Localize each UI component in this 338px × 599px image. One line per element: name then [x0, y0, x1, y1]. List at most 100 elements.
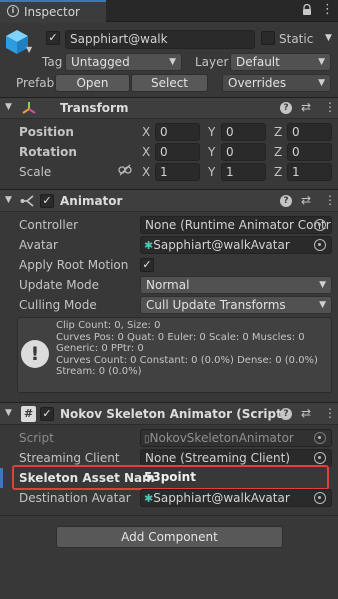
- update-mode-dropdown[interactable]: Normal ▼: [140, 276, 332, 294]
- rotation-z-field[interactable]: 0: [287, 143, 332, 161]
- avatar-field[interactable]: ✱Sapphiart@walkAvatar: [140, 236, 332, 254]
- update-mode-label: Update Mode: [19, 278, 99, 292]
- preset-icon[interactable]: ⇄: [301, 406, 311, 420]
- position-label: Position: [19, 125, 74, 139]
- destination-avatar-field[interactable]: ✱Sapphiart@walkAvatar: [140, 489, 332, 507]
- more-menu-icon[interactable]: ⋮: [321, 2, 334, 17]
- info-line: Clip Count: 0, Size: 0: [56, 320, 161, 331]
- script-icon: #: [21, 406, 36, 422]
- lock-icon[interactable]: [302, 3, 312, 15]
- foldout-arrow-icon[interactable]: ▼: [5, 102, 12, 112]
- tag-value: Untagged: [71, 55, 130, 69]
- static-checkbox[interactable]: [261, 31, 275, 45]
- context-menu-icon[interactable]: ⋮: [324, 193, 336, 207]
- object-picker-icon[interactable]: [314, 219, 326, 231]
- add-component-button[interactable]: Add Component: [56, 526, 283, 548]
- controller-label: Controller: [19, 218, 79, 232]
- animator-icon: [20, 193, 36, 209]
- scale-z-field[interactable]: 1: [287, 163, 332, 181]
- rotation-y-field[interactable]: 0: [221, 143, 266, 161]
- layer-dropdown[interactable]: Default ▼: [230, 53, 331, 71]
- skeleton-asset-name-label: Skeleton Asset Nam: [19, 471, 155, 485]
- transform-header[interactable]: ▼ Transform ? ⇄ ⋮: [0, 97, 338, 119]
- nokov-header[interactable]: ▼ # ✓ Nokov Skeleton Animator (Script) ?…: [0, 402, 338, 425]
- scale-x-field[interactable]: 1: [155, 163, 200, 181]
- layer-value: Default: [236, 55, 280, 69]
- info-icon: i: [7, 5, 19, 17]
- object-picker-icon[interactable]: [314, 492, 326, 504]
- avatar-icon: ✱: [144, 492, 154, 505]
- scale-y-field[interactable]: 1: [221, 163, 266, 181]
- overrides-dropdown[interactable]: Overrides ▼: [222, 74, 331, 92]
- animator-title: Animator: [60, 194, 123, 208]
- script-value: NokovSkeletonAnimator: [149, 431, 294, 445]
- overrides-label: Overrides: [228, 76, 287, 90]
- scale-x-label[interactable]: X: [142, 165, 150, 179]
- selected-row-marker: [0, 468, 3, 488]
- prefab-open-button[interactable]: Open: [55, 74, 130, 92]
- tag-label: Tag: [42, 55, 63, 69]
- static-dropdown-icon[interactable]: ▼: [325, 33, 332, 43]
- culling-mode-label: Culling Mode: [19, 298, 97, 312]
- nokov-enabled-checkbox[interactable]: ✓: [40, 407, 54, 421]
- rotation-y-label[interactable]: Y: [208, 145, 215, 159]
- animator-enabled-checkbox[interactable]: ✓: [40, 194, 54, 208]
- help-icon[interactable]: ?: [280, 195, 292, 207]
- preset-icon[interactable]: ⇄: [301, 100, 311, 114]
- info-line: Stream: 0 (0.0%): [56, 366, 142, 377]
- streaming-client-label: Streaming Client: [19, 451, 120, 465]
- tab-title: Inspector: [24, 5, 80, 19]
- scale-z-label[interactable]: Z: [274, 165, 282, 179]
- preset-icon[interactable]: ⇄: [301, 193, 311, 207]
- divider: [0, 515, 338, 516]
- transform-title: Transform: [60, 101, 129, 115]
- animator-info-box: ! Clip Count: 0, Size: 0 Curves Pos: 0 Q…: [17, 317, 332, 393]
- context-menu-icon[interactable]: ⋮: [324, 406, 336, 420]
- foldout-arrow-icon[interactable]: ▼: [5, 195, 12, 205]
- position-x-field[interactable]: 0: [155, 123, 200, 141]
- chevron-down-icon: ▼: [319, 300, 326, 310]
- chevron-down-icon: ▼: [169, 57, 176, 67]
- skeleton-asset-name-field[interactable]: 53point: [140, 469, 326, 487]
- transform-icon: [20, 100, 38, 116]
- prefab-icon-dropdown[interactable]: ▼: [26, 45, 32, 54]
- animator-header[interactable]: ▼ ✓ Animator ? ⇄ ⋮: [0, 189, 338, 212]
- culling-mode-dropdown[interactable]: Cull Update Transforms ▼: [140, 296, 332, 314]
- destination-avatar-label: Destination Avatar: [19, 491, 131, 505]
- rotation-z-label[interactable]: Z: [274, 145, 282, 159]
- position-x-label[interactable]: X: [142, 125, 150, 139]
- info-line: Curves Count: 0 Constant: 0 (0.0%) Dense…: [56, 354, 318, 366]
- position-z-label[interactable]: Z: [274, 125, 282, 139]
- avatar-label: Avatar: [19, 238, 58, 252]
- controller-field[interactable]: None (Runtime Animator Controller): [140, 216, 332, 234]
- link-off-icon[interactable]: [118, 164, 132, 176]
- info-line: Generic: 0 PPtr: 0: [56, 343, 144, 354]
- help-icon[interactable]: ?: [280, 408, 292, 420]
- prefab-select-button[interactable]: Select: [131, 74, 208, 92]
- foldout-arrow-icon[interactable]: ▼: [5, 408, 12, 418]
- rotation-x-field[interactable]: 0: [155, 143, 200, 161]
- position-z-field[interactable]: 0: [287, 123, 332, 141]
- position-y-label[interactable]: Y: [208, 125, 215, 139]
- tag-dropdown[interactable]: Untagged ▼: [65, 53, 182, 71]
- avatar-value: Sapphiart@walkAvatar: [153, 238, 290, 252]
- position-y-field[interactable]: 0: [221, 123, 266, 141]
- help-icon[interactable]: ?: [280, 102, 292, 114]
- context-menu-icon[interactable]: ⋮: [324, 100, 336, 114]
- warning-icon: !: [21, 340, 49, 368]
- info-line: Curves Pos: 0 Quat: 0 Euler: 0 Scale: 0 …: [56, 331, 305, 343]
- apply-root-motion-checkbox[interactable]: ✓: [140, 258, 154, 272]
- streaming-client-value: None (Streaming Client): [145, 451, 291, 465]
- object-picker-icon: [314, 432, 326, 444]
- scale-y-label[interactable]: Y: [208, 165, 215, 179]
- object-name-field[interactable]: Sapphiart@walk: [65, 30, 255, 49]
- destination-avatar-value: Sapphiart@walkAvatar: [153, 491, 290, 505]
- rotation-x-label[interactable]: X: [142, 145, 150, 159]
- tab-inspector[interactable]: i Inspector: [0, 0, 106, 23]
- script-field: ▯NokovSkeletonAnimator: [140, 429, 332, 447]
- object-picker-icon[interactable]: [314, 239, 326, 251]
- object-picker-icon[interactable]: [314, 452, 326, 464]
- avatar-icon: ✱: [144, 239, 154, 252]
- update-mode-value: Normal: [146, 278, 190, 292]
- object-active-checkbox[interactable]: ✓: [46, 31, 60, 45]
